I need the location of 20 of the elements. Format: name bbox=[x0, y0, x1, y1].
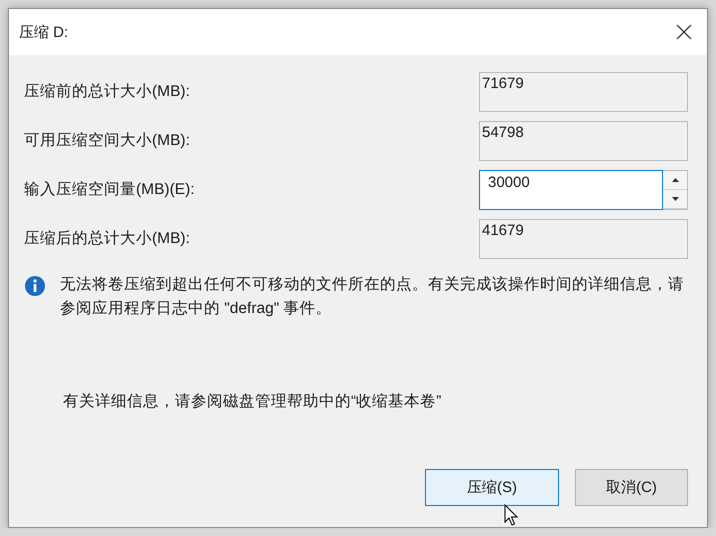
field-label: 输入压缩空间量(MB)(E): bbox=[24, 180, 195, 200]
up-arrow-icon bbox=[672, 178, 678, 182]
dialog-button[interactable]: 取消(C) bbox=[575, 469, 688, 506]
readonly-field: 54798 bbox=[479, 120, 688, 160]
info-icon bbox=[24, 275, 46, 297]
readonly-field: 41679 bbox=[479, 218, 688, 258]
spin-down-button[interactable] bbox=[663, 190, 687, 208]
spin-up-button[interactable] bbox=[663, 170, 687, 190]
window-title: 压缩 D: bbox=[19, 22, 68, 42]
field-label: 压缩前的总计大小(MB): bbox=[24, 82, 190, 102]
input-field[interactable]: 30000 bbox=[479, 170, 663, 210]
default-button[interactable]: 压缩(S) bbox=[425, 469, 559, 506]
readonly-field: 71679 bbox=[479, 72, 688, 112]
field-label: 压缩后的总计大小(MB): bbox=[24, 229, 190, 249]
help-text: 有关详细信息，请参阅磁盘管理帮助中的“收缩基本卷” bbox=[63, 392, 442, 412]
close-icon bbox=[676, 24, 692, 40]
mouse-pointer-icon bbox=[504, 504, 518, 526]
down-arrow-icon bbox=[672, 196, 678, 200]
field-label: 可用压缩空间大小(MB): bbox=[24, 131, 190, 151]
info-text: 无法将卷压缩到超出任何不可移动的文件所在的点。有关完成该操作时间的详细信息，请参阅应用程序日志中的 "defrag" 事件。 bbox=[60, 275, 685, 319]
